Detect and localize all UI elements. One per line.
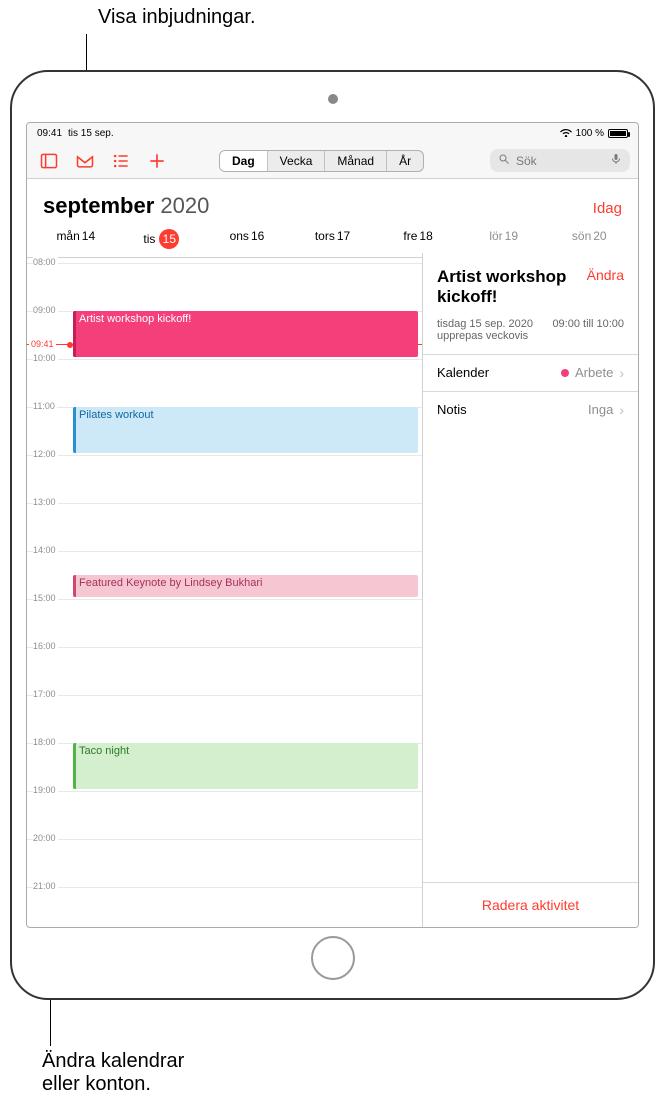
- day-mon[interactable]: mån14: [33, 229, 119, 249]
- delete-event-button[interactable]: Radera aktivitet: [423, 882, 638, 927]
- event-taco-title: Taco night: [79, 745, 129, 757]
- ipad-frame: 09:41 tis 15 sep. 100 %: [10, 70, 655, 1000]
- search-field[interactable]: Sök: [490, 149, 630, 172]
- main-split: 08:00 09:00 10:00 11:00 12:00 13:00 14:0…: [27, 253, 638, 927]
- calendar-color-dot: [561, 369, 569, 377]
- home-button[interactable]: [311, 936, 355, 980]
- event-workshop[interactable]: Artist workshop kickoff!: [73, 311, 418, 357]
- chevron-right-icon: ›: [619, 402, 624, 418]
- detail-date: tisdag 15 sep. 2020: [437, 318, 533, 330]
- screen: 09:41 tis 15 sep. 100 %: [26, 122, 639, 928]
- event-pilates-title: Pilates workout: [79, 409, 154, 421]
- today-button[interactable]: Idag: [593, 200, 622, 217]
- event-keynote[interactable]: Featured Keynote by Lindsey Bukhari: [73, 575, 418, 597]
- detail-repeat: upprepas veckovis: [437, 330, 533, 342]
- callout-bottom-line2: eller konton.: [42, 1073, 184, 1096]
- wifi-icon: [560, 127, 572, 140]
- chevron-right-icon: ›: [619, 365, 624, 381]
- hour-1500: 15:00: [33, 593, 58, 603]
- day-fri[interactable]: fre18: [375, 229, 461, 249]
- search-placeholder: Sök: [516, 154, 604, 168]
- day-tue[interactable]: tis15: [119, 229, 205, 249]
- hour-1200: 12:00: [33, 449, 58, 459]
- search-icon: [498, 153, 510, 168]
- event-keynote-title: Featured Keynote by Lindsey Bukhari: [79, 577, 262, 589]
- day-sat[interactable]: lör19: [461, 229, 547, 249]
- month-header: september 2020 Idag: [27, 179, 638, 229]
- detail-title: Artist workshop kickoff!: [437, 267, 587, 308]
- battery-icon: [608, 129, 628, 138]
- mic-icon[interactable]: [610, 152, 622, 169]
- hour-1300: 13:00: [33, 497, 58, 507]
- hour-1600: 16:00: [33, 641, 58, 651]
- hour-1100: 11:00: [33, 401, 57, 411]
- detail-calendar-value: Arbete: [575, 365, 613, 380]
- status-bar: 09:41 tis 15 sep. 100 %: [27, 123, 638, 143]
- event-pilates[interactable]: Pilates workout: [73, 407, 418, 453]
- event-workshop-title: Artist workshop kickoff!: [79, 313, 191, 325]
- seg-year[interactable]: År: [387, 151, 423, 171]
- hour-1000: 10:00: [33, 353, 58, 363]
- edit-button[interactable]: Ändra: [587, 267, 624, 283]
- hour-1900: 19:00: [33, 785, 58, 795]
- detail-alert-value: Inga: [588, 402, 613, 417]
- battery-text: 100 %: [576, 128, 604, 139]
- seg-week[interactable]: Vecka: [268, 151, 326, 171]
- hour-0800: 08:00: [33, 257, 58, 267]
- status-time: 09:41: [37, 128, 62, 139]
- year-label: 2020: [160, 193, 209, 218]
- now-label: 09:41: [29, 339, 56, 349]
- hour-0900: 09:00: [33, 305, 58, 315]
- month-title: september 2020: [43, 193, 209, 219]
- hour-2100: 21:00: [33, 881, 58, 891]
- day-thu[interactable]: tors17: [290, 229, 376, 249]
- detail-alert-label: Notis: [437, 402, 467, 417]
- detail-calendar-label: Kalender: [437, 365, 489, 380]
- camera-dot: [328, 94, 338, 104]
- view-segmented-control: Dag Vecka Månad År: [219, 150, 424, 172]
- day-sun[interactable]: sön20: [546, 229, 632, 249]
- hour-1700: 17:00: [33, 689, 58, 699]
- seg-day[interactable]: Dag: [220, 151, 268, 171]
- hour-1800: 18:00: [33, 737, 58, 747]
- day-timeline[interactable]: 08:00 09:00 10:00 11:00 12:00 13:00 14:0…: [27, 253, 423, 927]
- callout-bottom: Ändra kalendrar eller konton.: [42, 1050, 184, 1096]
- detail-calendar-row[interactable]: Kalender Arbete ›: [423, 354, 638, 391]
- day-wed[interactable]: ons16: [204, 229, 290, 249]
- inbox-icon[interactable]: [71, 147, 99, 175]
- event-taco[interactable]: Taco night: [73, 743, 418, 789]
- event-detail-panel: Artist workshop kickoff! Ändra tisdag 15…: [423, 253, 638, 927]
- hour-1400: 14:00: [33, 545, 58, 555]
- list-icon[interactable]: [107, 147, 135, 175]
- add-event-icon[interactable]: [143, 147, 171, 175]
- selected-day-badge: 15: [159, 229, 179, 249]
- callout-top: Visa inbjudningar.: [98, 6, 256, 29]
- detail-time: 09:00 till 10:00: [552, 318, 624, 342]
- month-name: september: [43, 193, 154, 218]
- hour-2000: 20:00: [33, 833, 58, 843]
- sidebar-toggle-icon[interactable]: [35, 147, 63, 175]
- detail-alert-row[interactable]: Notis Inga ›: [423, 391, 638, 428]
- toolbar: Dag Vecka Månad År Sök: [27, 143, 638, 179]
- status-date: tis 15 sep.: [68, 128, 114, 139]
- callout-bottom-line1: Ändra kalendrar: [42, 1050, 184, 1073]
- seg-month[interactable]: Månad: [325, 151, 387, 171]
